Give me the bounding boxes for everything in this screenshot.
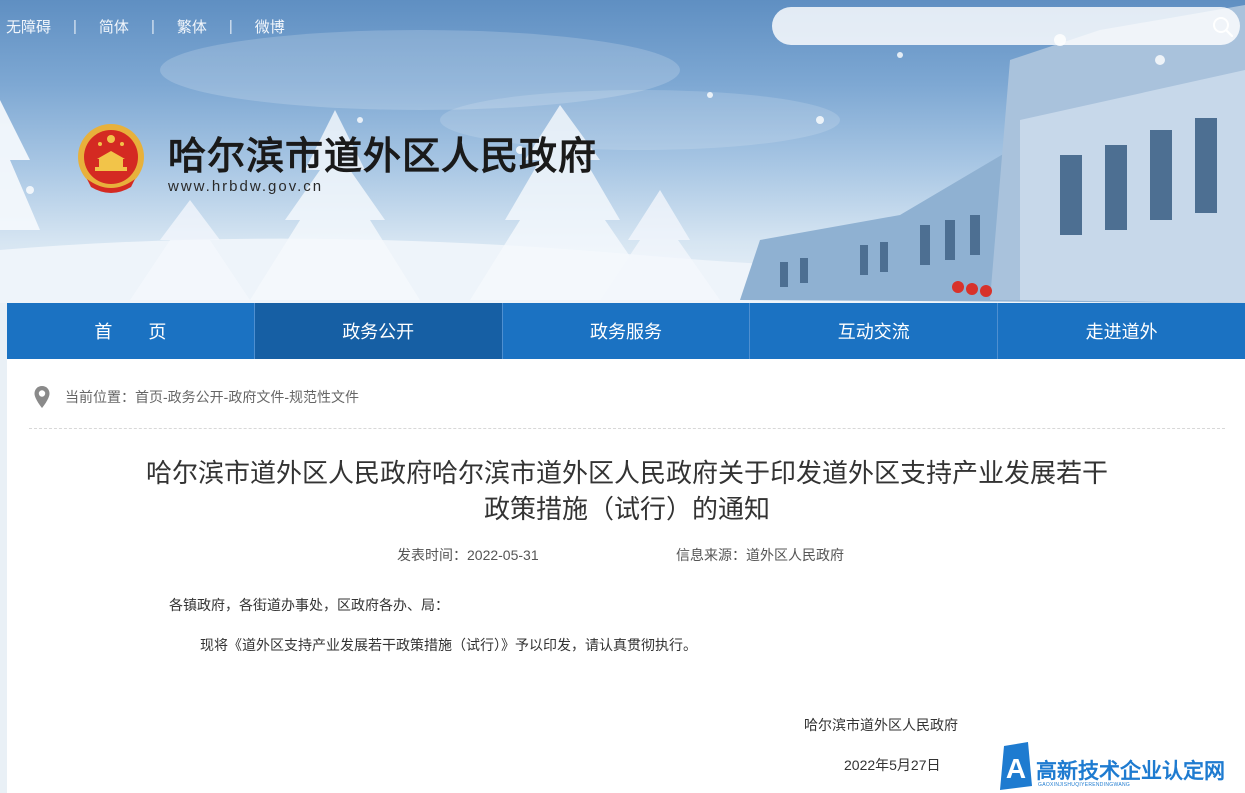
document-title-line-2: 政策措施（试行）的通知 — [483, 494, 770, 524]
breadcrumb-home[interactable]: 首页 — [135, 387, 163, 407]
separator: | — [228, 18, 233, 35]
site-url: www.hrbdw.gov.cn — [168, 178, 324, 195]
document-title-line-1: 哈尔滨市道外区人民政府哈尔滨市道外区人民政府关于印发道外区支持产业发展若干 — [145, 458, 1108, 488]
weibo-link[interactable]: 微博 — [255, 16, 285, 37]
salutation: 各镇政府，各街道办事处，区政府各办、局： — [169, 597, 449, 613]
article-panel: 当前位置： 首页 - 政务公开 - 政府文件 - 规范性文件 哈尔滨市道外区人民… — [7, 359, 1245, 793]
national-emblem-icon — [78, 124, 144, 193]
search-input[interactable] — [786, 7, 1190, 47]
simplified-chinese-link[interactable]: 简体 — [99, 16, 129, 37]
sign-date: 2022年5月27日 — [844, 757, 941, 773]
location-pin-icon — [34, 386, 50, 408]
accessibility-link[interactable]: 无障碍 — [6, 16, 51, 37]
watermark-text: 高新技术企业认定网 — [1036, 760, 1225, 783]
nav-about-daowai[interactable]: 走进道外 — [998, 303, 1245, 359]
nav-government-affairs-open[interactable]: 政务公开 — [254, 303, 503, 359]
info-source: 信息来源：道外区人民政府 — [676, 545, 844, 565]
site-title: 哈尔滨市道外区人民政府 — [168, 136, 598, 178]
separator: | — [150, 18, 155, 35]
info-source-value: 道外区人民政府 — [746, 547, 844, 563]
nav-home[interactable]: 首 页 — [7, 303, 255, 359]
search-box — [772, 7, 1240, 47]
watermark-subtext: GAOXINJISHUQIYERENDINGWANG — [1038, 782, 1131, 788]
watermark-a-icon: A — [1000, 742, 1032, 790]
separator: | — [73, 18, 77, 35]
nav-government-services[interactable]: 政务服务 — [503, 303, 751, 359]
main-nav: 首 页 政务公开 政务服务 互动交流 走进道外 — [7, 303, 1245, 359]
document-title: 哈尔滨市道外区人民政府哈尔滨市道外区人民政府关于印发道外区支持产业发展若干 政策… — [127, 455, 1127, 527]
watermark-logo: A 高新技术企业认定网 GAOXINJISHUQIYERENDINGWANG — [998, 742, 1225, 790]
traditional-chinese-link[interactable]: 繁体 — [177, 16, 207, 37]
breadcrumb: 当前位置： 首页 - 政务公开 - 政府文件 - 规范性文件 — [33, 385, 359, 409]
breadcrumb-normative-documents[interactable]: 规范性文件 — [289, 387, 359, 407]
notice-paragraph: 现将《道外区支持产业发展若干政策措施（试行）》予以印发，请认真贯彻执行。 — [200, 637, 697, 653]
nav-interaction[interactable]: 互动交流 — [750, 303, 999, 359]
top-links: 无障碍 | 简体 | 繁体 | 微博 — [6, 16, 285, 37]
publish-date-value: 2022-05-31 — [467, 547, 539, 563]
publish-date: 发表时间：2022-05-31 — [397, 545, 539, 565]
header-banner: 无障碍 | 简体 | 繁体 | 微博 哈尔滨市道外区人民政府 www.hrbdw… — [0, 0, 1245, 303]
breadcrumb-government-open[interactable]: 政务公开 — [168, 387, 224, 407]
watermark-letter: A — [1006, 753, 1026, 784]
breadcrumb-government-documents[interactable]: 政府文件 — [228, 387, 284, 407]
info-source-label: 信息来源： — [676, 547, 746, 563]
divider — [29, 428, 1225, 429]
signer: 哈尔滨市道外区人民政府 — [804, 717, 958, 733]
publish-date-label: 发表时间： — [397, 547, 467, 563]
breadcrumb-prefix: 当前位置： — [65, 389, 135, 405]
search-icon[interactable] — [1212, 16, 1234, 38]
